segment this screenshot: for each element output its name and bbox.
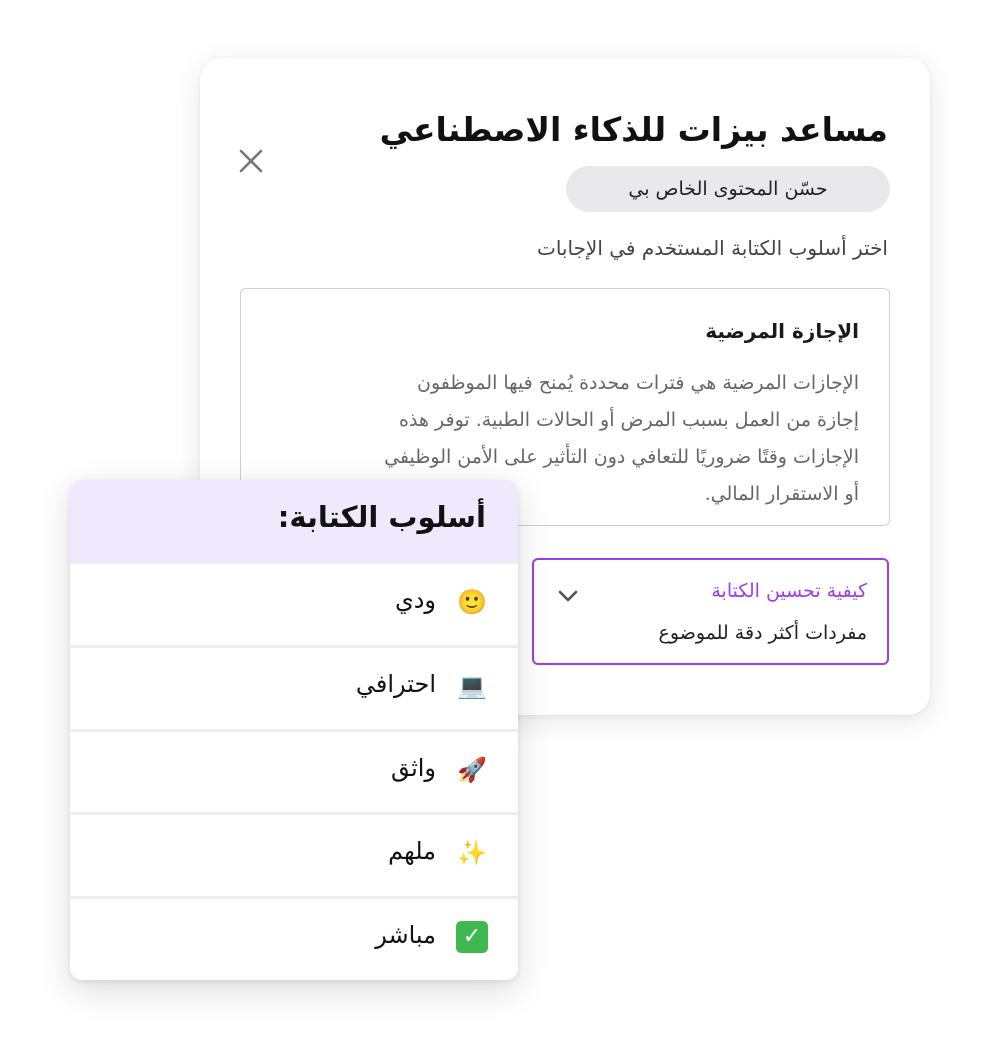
preview-line: إجازة من العمل بسبب المرض أو الحالات الط… — [399, 409, 859, 431]
writing-style-menu: أسلوب الكتابة: 🙂 ودي 💻 احترافي 🚀 واثق ✨ … — [70, 480, 518, 980]
style-option-label: مباشر — [375, 921, 436, 950]
preview-line: الإجازات وقتًا ضروريًا للتعافي دون التأث… — [384, 446, 859, 468]
style-option-friendly[interactable]: 🙂 ودي — [70, 561, 518, 645]
chevron-down-icon — [554, 582, 582, 610]
improve-writing-dropdown[interactable]: كيفية تحسين الكتابة مفردات أكثر دقة للمو… — [532, 558, 889, 665]
writing-style-prompt: اختر أسلوب الكتابة المستخدم في الإجابات — [536, 236, 888, 260]
improve-content-button[interactable]: حسّن المحتوى الخاص بي — [566, 166, 890, 212]
improve-writing-label: كيفية تحسين الكتابة — [711, 580, 867, 602]
improve-writing-value: مفردات أكثر دقة للموضوع — [658, 622, 867, 644]
panel-title: مساعد بيزات للذكاء الاصطناعي — [379, 110, 888, 149]
style-option-label: ودي — [394, 586, 436, 614]
style-option-label: واثق — [391, 753, 436, 782]
close-button[interactable] — [236, 146, 266, 176]
style-option-inspiring[interactable]: ✨ ملهم — [70, 812, 518, 896]
check-icon: ✓ — [456, 921, 488, 954]
style-option-confident[interactable]: 🚀 واثق — [70, 728, 518, 813]
rocket-icon: 🚀 — [457, 755, 487, 784]
style-option-label: ملهم — [388, 837, 436, 866]
style-option-label: احترافي — [355, 669, 436, 698]
preview-line: الإجازات المرضية هي فترات محددة يُمنح في… — [416, 372, 859, 394]
close-icon — [239, 149, 263, 173]
laptop-icon: 💻 — [457, 671, 487, 700]
stage: مساعد بيزات للذكاء الاصطناعي حسّن المحتو… — [0, 0, 1000, 1063]
menu-header: أسلوب الكتابة: — [70, 480, 518, 561]
preview-title: الإجازة المرضية — [705, 319, 859, 343]
menu-title: أسلوب الكتابة: — [277, 500, 486, 534]
sparkles-icon: ✨ — [457, 839, 487, 868]
style-option-direct[interactable]: ✓ مباشر — [70, 896, 518, 980]
smiley-icon: 🙂 — [457, 588, 487, 616]
style-option-professional[interactable]: 💻 احترافي — [70, 644, 518, 729]
